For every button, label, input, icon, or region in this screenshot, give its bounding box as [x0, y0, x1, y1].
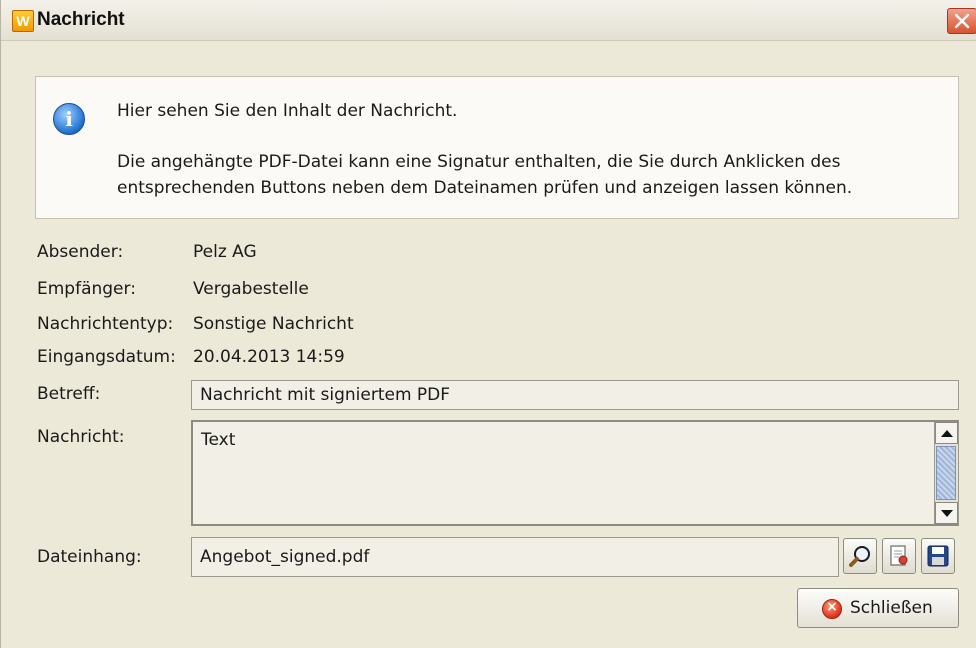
message-scrollbar[interactable]: [934, 422, 958, 524]
info-text-heading: Hier sehen Sie den Inhalt der Nachricht.: [117, 101, 458, 121]
verify-signature-button[interactable]: [882, 538, 916, 574]
subject-value: Nachricht mit signiertem PDF: [200, 385, 451, 405]
message-dialog: W Nachricht i Hier sehen Sie den Inhalt …: [0, 0, 976, 648]
scroll-thumb[interactable]: [936, 446, 956, 500]
message-type-value: Sonstige Nachricht: [193, 314, 354, 334]
sender-value: Pelz AG: [193, 242, 257, 262]
floppy-disk-icon: [927, 545, 949, 567]
close-button[interactable]: × Schließen: [797, 588, 959, 628]
message-value: Text: [201, 430, 236, 450]
close-button-label: Schließen: [850, 598, 933, 618]
save-attachment-button[interactable]: [921, 538, 955, 574]
message-textarea[interactable]: Text: [191, 420, 959, 526]
sender-label: Absender:: [37, 242, 124, 262]
recipient-label: Empfänger:: [37, 279, 136, 299]
attachment-field[interactable]: Angebot_signed.pdf: [191, 537, 839, 577]
subject-field[interactable]: Nachricht mit signiertem PDF: [191, 380, 959, 410]
magnifier-icon: [849, 546, 870, 567]
received-date-label: Eingangsdatum:: [37, 347, 176, 367]
scroll-down-button[interactable]: [935, 502, 958, 524]
close-icon: [954, 13, 970, 29]
attachment-label: Dateinhang:: [37, 547, 142, 567]
app-icon: W: [12, 10, 34, 32]
close-circle-icon: ×: [822, 599, 842, 619]
title-bar[interactable]: W Nachricht: [1, 0, 976, 41]
subject-label: Betreff:: [37, 384, 101, 404]
info-text-body: Die angehängte PDF-Datei kann eine Signa…: [117, 152, 853, 198]
received-date-value: 20.04.2013 14:59: [193, 347, 345, 367]
certificate-document-icon: [890, 545, 908, 566]
attachment-filename: Angebot_signed.pdf: [200, 547, 370, 567]
info-panel: i Hier sehen Sie den Inhalt der Nachrich…: [35, 76, 959, 219]
arrow-down-icon: [941, 510, 953, 517]
message-type-label: Nachrichtentyp:: [37, 314, 174, 334]
window-title: Nachricht: [37, 9, 125, 30]
info-icon: i: [53, 103, 85, 135]
recipient-value: Vergabestelle: [193, 279, 309, 299]
arrow-up-icon: [941, 430, 953, 437]
message-label: Nachricht:: [37, 427, 125, 447]
close-window-button[interactable]: [947, 8, 976, 34]
scroll-up-button[interactable]: [935, 422, 958, 444]
view-attachment-button[interactable]: [843, 538, 877, 574]
